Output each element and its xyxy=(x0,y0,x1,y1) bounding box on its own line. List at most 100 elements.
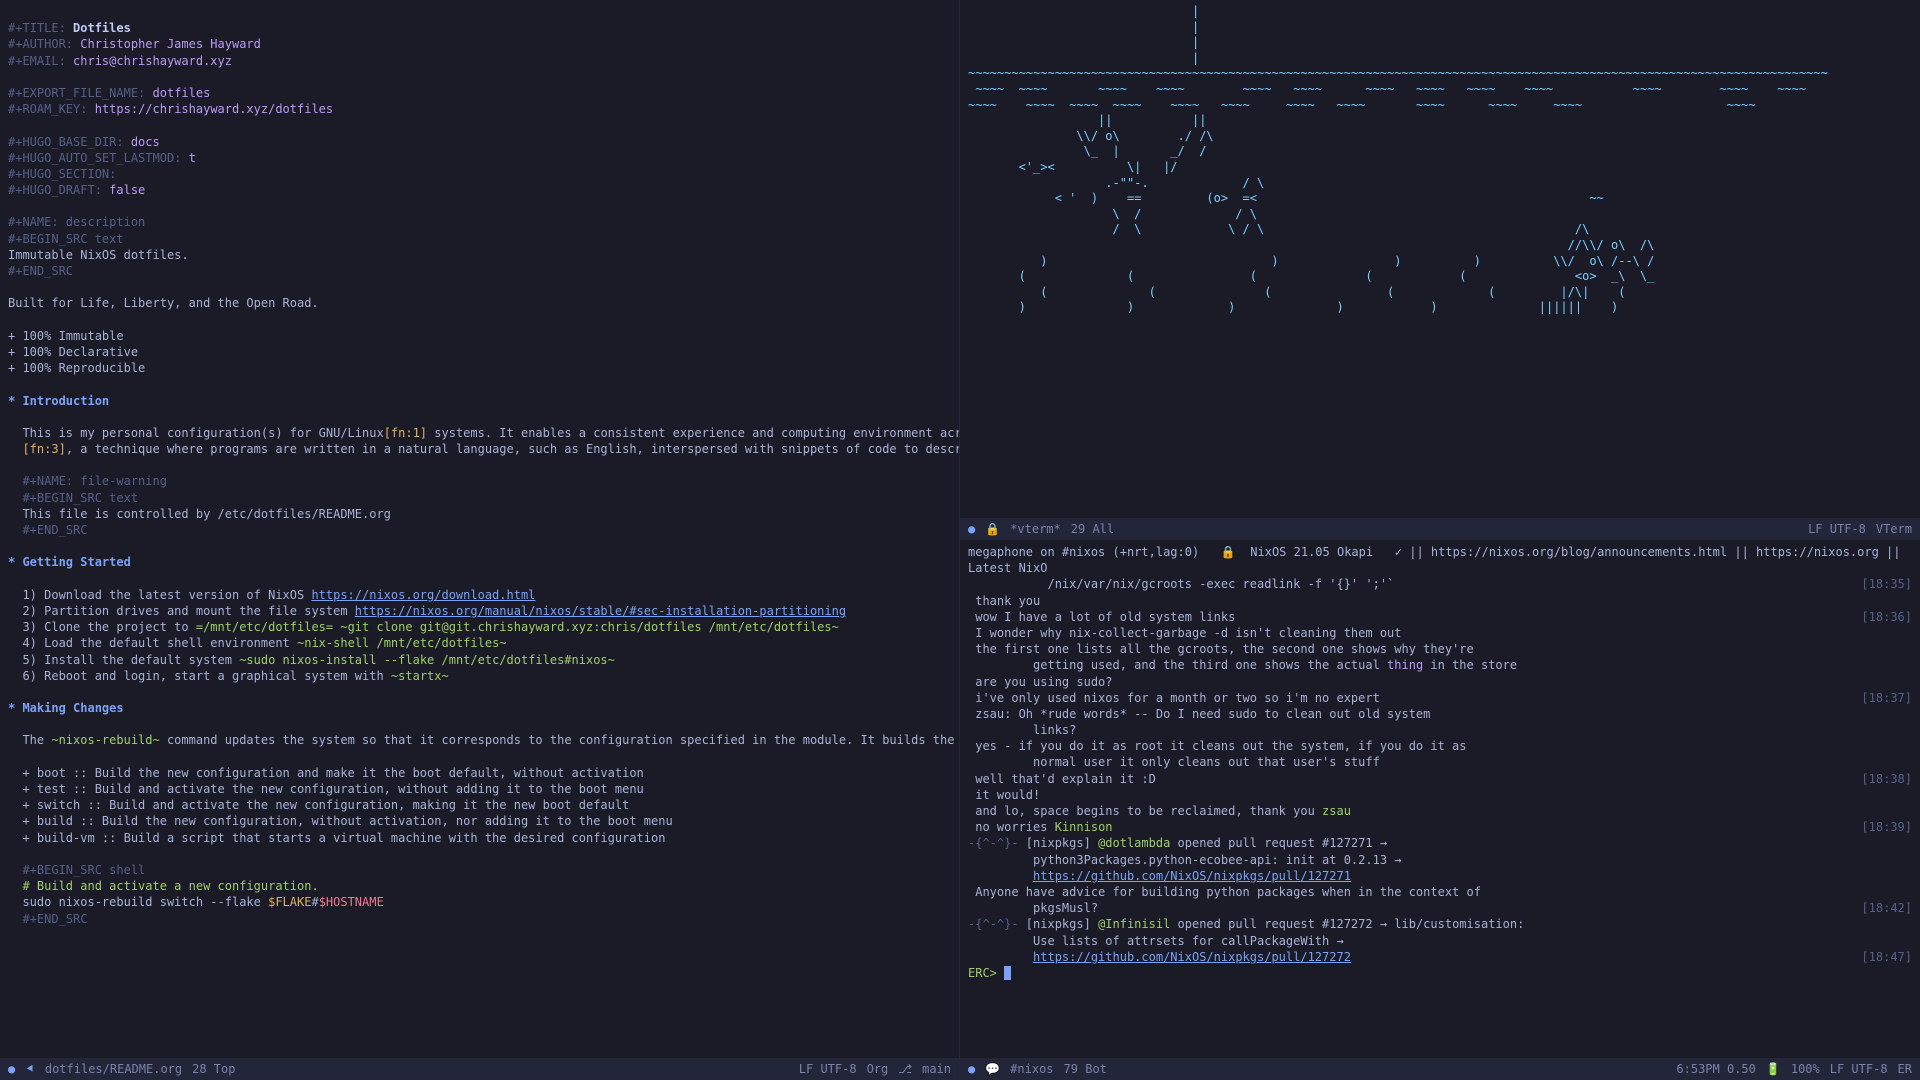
channel-topic: megaphone on #nixos (+nrt,lag:0) 🔒 NixOS… xyxy=(968,544,1912,576)
src-name-2: #+NAME: file-warning xyxy=(22,474,167,488)
modified-icon: ● xyxy=(968,521,975,537)
buffer-position: 79 Bot xyxy=(1064,1061,1107,1077)
modeline-editor: ● ⯇ dotfiles/README.org 28 Top LF UTF-8 … xyxy=(0,1058,959,1080)
encoding: LF UTF-8 xyxy=(799,1061,857,1077)
channel-name[interactable]: #nixos xyxy=(1010,1061,1053,1077)
chat-line: are you using sudo? xyxy=(968,674,1912,690)
chat-line: -{^-^}- [nixpkgs] @dotlambda opened pull… xyxy=(968,835,1912,851)
prop-export-key: #+EXPORT_FILE_NAME: xyxy=(8,86,145,100)
src-end-2: #+END_SRC xyxy=(22,523,87,537)
tagline: Built for Life, Liberty, and the Open Ro… xyxy=(8,296,319,310)
chat-line: yes - if you do it as root it cleans out… xyxy=(968,738,1912,754)
chat-line: https://github.com/NixOS/nixpkgs/pull/12… xyxy=(968,949,1912,965)
clock: 6:53PM 0.50 xyxy=(1676,1061,1755,1077)
started-l3: 3) Clone the project to =/mnt/etc/dotfil… xyxy=(22,620,838,634)
erc-prompt[interactable]: ERC> xyxy=(968,965,1912,981)
right-split: | | | | ~~~~~~~~~~~~~~~~~~~~~~~~~~~~~~~~… xyxy=(960,0,1920,1080)
prop-author-val: Christopher James Hayward xyxy=(80,37,261,51)
prop-title-val: Dotfiles xyxy=(73,21,131,35)
chat-line: and lo, space begins to be reclaimed, th… xyxy=(968,803,1912,819)
back-icon[interactable]: ⯇ xyxy=(25,1061,35,1077)
vterm-buffer[interactable]: | | | | ~~~~~~~~~~~~~~~~~~~~~~~~~~~~~~~~… xyxy=(960,0,1920,518)
battery-icon: 🔋 xyxy=(1766,1061,1781,1077)
major-mode[interactable]: VTerm xyxy=(1876,521,1912,537)
chat-line: Anyone have advice for building python p… xyxy=(968,884,1912,900)
lock-icon: 🔒 xyxy=(985,521,1000,537)
buffer-name[interactable]: dotfiles/README.org xyxy=(45,1061,182,1077)
started-l5: 5) Install the default system ~sudo nixo… xyxy=(22,653,614,667)
prop-email-key: #+EMAIL: xyxy=(8,54,66,68)
chat-icon: 💬 xyxy=(985,1061,1000,1077)
chat-line: -{^-^}- [nixpkgs] @Infinisil opened pull… xyxy=(968,916,1912,932)
src-cmd-3: sudo nixos-rebuild switch --flake $FLAKE… xyxy=(22,895,383,909)
changes-para: The ~nixos-rebuild~ command updates the … xyxy=(22,733,959,747)
prop-title-key: #+TITLE: xyxy=(8,21,66,35)
started-l6: 6) Reboot and login, start a graphical s… xyxy=(22,669,448,683)
prop-hugo-base-key: #+HUGO_BASE_DIR: xyxy=(8,135,124,149)
erc-buffer[interactable]: megaphone on #nixos (+nrt,lag:0) 🔒 NixOS… xyxy=(960,540,1920,1058)
started-l2: 2) Partition drives and mount the file s… xyxy=(22,604,846,618)
prop-export-val: dotfiles xyxy=(153,86,211,100)
changes-item-2: + switch :: Build and activate the new c… xyxy=(22,798,629,812)
chat-line: it would! xyxy=(968,787,1912,803)
prop-hugo-section-key: #+HUGO_SECTION: xyxy=(8,167,116,181)
major-mode[interactable]: Org xyxy=(867,1061,889,1077)
prop-email-val: chris@chrishayward.xyz xyxy=(73,54,232,68)
heading-started[interactable]: * Getting Started xyxy=(8,555,131,569)
prop-author-key: #+AUTHOR: xyxy=(8,37,73,51)
src-end-1: #+END_SRC xyxy=(8,264,73,278)
chat-line: i've only used nixos for a month or two … xyxy=(968,690,1912,706)
chat-line: I wonder why nix-collect-garbage -d isn'… xyxy=(968,625,1912,641)
chat-line: the first one lists all the gcroots, the… xyxy=(968,641,1912,657)
prop-roam-key: #+ROAM_KEY: xyxy=(8,102,87,116)
branch-icon: ⎇ xyxy=(898,1061,912,1077)
cursor-icon xyxy=(1004,966,1011,980)
prop-hugo-base-val: docs xyxy=(131,135,160,149)
chat-line: zsau: Oh *rude words* -- Do I need sudo … xyxy=(968,706,1912,722)
org-buffer[interactable]: #+TITLE: Dotfiles #+AUTHOR: Christopher … xyxy=(0,0,959,1058)
changes-item-1: + test :: Build and activate the new con… xyxy=(22,782,643,796)
chat-line: wow I have a lot of old system links[18:… xyxy=(968,609,1912,625)
changes-item-3: + build :: Build the new configuration, … xyxy=(22,814,672,828)
major-mode[interactable]: ER xyxy=(1898,1061,1912,1077)
prop-roam-val: https://chrishayward.xyz/dotfiles xyxy=(95,102,333,116)
src-begin-3: #+BEGIN_SRC shell xyxy=(22,863,145,877)
encoding: LF UTF-8 xyxy=(1830,1061,1888,1077)
src-name-1: #+NAME: description xyxy=(8,215,145,229)
src-content-2: This file is controlled by /etc/dotfiles… xyxy=(22,507,390,521)
src-comment-3: # Build and activate a new configuration… xyxy=(22,879,318,893)
src-begin-1: #+BEGIN_SRC text xyxy=(8,232,124,246)
bullet-0: + 100% Immutable xyxy=(8,329,124,343)
src-end-3: #+END_SRC xyxy=(22,912,87,926)
heading-intro[interactable]: * Introduction xyxy=(8,394,109,408)
chat-line: well that'd explain it :D[18:38] xyxy=(968,771,1912,787)
modified-icon: ● xyxy=(8,1061,15,1077)
modeline-erc: ● 💬 #nixos 79 Bot 6:53PM 0.50 🔋 100% LF … xyxy=(960,1058,1920,1080)
chat-line: getting used, and the third one shows th… xyxy=(968,657,1912,673)
modeline-vterm: ● 🔒 *vterm* 29 All LF UTF-8 VTerm xyxy=(960,518,1920,540)
buffer-name[interactable]: *vterm* xyxy=(1010,521,1061,537)
started-l4: 4) Load the default shell environment ~n… xyxy=(22,636,506,650)
git-branch[interactable]: main xyxy=(922,1061,951,1077)
heading-changes[interactable]: * Making Changes xyxy=(8,701,124,715)
src-begin-2: #+BEGIN_SRC text xyxy=(22,491,138,505)
changes-item-4: + build-vm :: Build a script that starts… xyxy=(22,831,665,845)
editor-pane: #+TITLE: Dotfiles #+AUTHOR: Christopher … xyxy=(0,0,960,1080)
prop-hugo-lastmod-val: t xyxy=(189,151,196,165)
started-l1: 1) Download the latest version of NixOS … xyxy=(22,588,535,602)
chat-line: thank you xyxy=(968,593,1912,609)
chat-line: Use lists of attrsets for callPackageWit… xyxy=(968,933,1912,949)
src-content-1: Immutable NixOS dotfiles. xyxy=(8,248,189,262)
modified-icon: ● xyxy=(968,1061,975,1077)
buffer-position: 29 All xyxy=(1071,521,1114,537)
changes-item-0: + boot :: Build the new configuration an… xyxy=(22,766,643,780)
chat-line: normal user it only cleans out that user… xyxy=(968,754,1912,770)
bullet-2: + 100% Reproducible xyxy=(8,361,145,375)
encoding: LF UTF-8 xyxy=(1808,521,1866,537)
chat-line: https://github.com/NixOS/nixpkgs/pull/12… xyxy=(968,868,1912,884)
intro-text: This is my personal configuration(s) for… xyxy=(8,426,959,456)
chat-line: pkgsMusl?[18:42] xyxy=(968,900,1912,916)
battery-pct: 100% xyxy=(1791,1061,1820,1077)
prop-hugo-draft-key: #+HUGO_DRAFT: xyxy=(8,183,102,197)
prop-hugo-lastmod-key: #+HUGO_AUTO_SET_LASTMOD: xyxy=(8,151,181,165)
